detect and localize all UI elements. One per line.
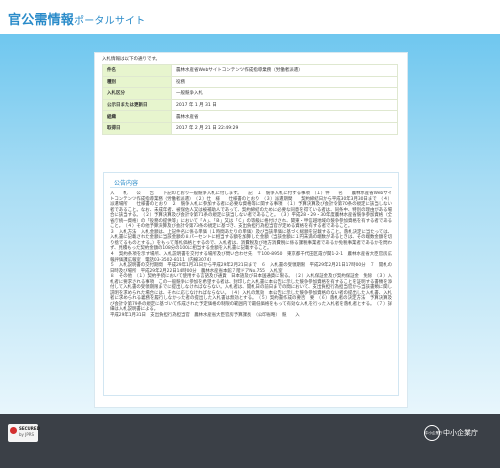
- notice-paragraph: ５ 入札説明書の交付期間 平成29年1月31日から平成29年2月21日まで ６ …: [110, 263, 392, 274]
- info-row: 入札区分 一般競争入札: [102, 87, 398, 100]
- ssl-seal-icon: [10, 427, 17, 434]
- bid-info-table: 件名 農林水産省Webサイトコンテンツ作成指導業務（労働者派遣） 種別 役務 入札区分一…: [102, 64, 398, 135]
- info-row: 公示日または更新日 2017 年 1 月 31 日: [102, 98, 398, 112]
- notice-paragraph: ４ 契約条項を示す場所、入札説明書を交付する場所及び問い合わせ先 〒100-89…: [110, 252, 392, 263]
- agency-name: 中小企業庁: [443, 428, 478, 437]
- info-label: 取得日: [102, 121, 172, 135]
- site-subtitle: ポータルサイト: [74, 16, 146, 27]
- info-value: 2017 年 2 月 21 日 22:49:29: [171, 121, 398, 135]
- info-row: 種別 役務: [102, 75, 398, 89]
- notice-divider: [110, 187, 392, 188]
- info-value: 農林水産省Webサイトコンテンツ作成指導業務（労働者派遣）: [171, 64, 398, 77]
- info-label: 種別: [102, 75, 172, 89]
- notice-paragraph: ８ その他 （１）契約手続において使用する言語及び通貨 日本語及び日本国通貨に限…: [110, 274, 392, 313]
- info-value: 農林水産省: [171, 110, 398, 123]
- info-label: 件名: [102, 64, 172, 77]
- site-header: 官公需情報ポータルサイト: [0, 0, 500, 34]
- ssl-seal-label: SECURED: [19, 426, 40, 431]
- info-label: 組織: [102, 110, 172, 123]
- info-value: 一般競争入札: [171, 87, 398, 100]
- info-label: 公示日または更新日: [102, 98, 172, 112]
- notice-title: 公告内容: [114, 180, 139, 187]
- intro-text: 入札情報は以下の通りです。: [102, 57, 161, 62]
- agency-mark-icon: 中小企業庁: [424, 424, 443, 441]
- notice-paragraph: ３ 入札方法 入札金額は、上記件名に係る単価（１時間あたりの単価）及び当該単価に…: [110, 229, 392, 252]
- info-row: 件名 農林水産省Webサイトコンテンツ作成指導業務（労働者派遣）: [102, 64, 398, 77]
- info-value: 2017 年 1 月 31 日: [171, 98, 398, 112]
- info-row: 取得日 2017 年 2 月 21 日 22:49:29: [102, 121, 398, 135]
- site-title: 官公需情報: [8, 13, 75, 28]
- site-logo[interactable]: 官公需情報ポータルサイト: [8, 9, 145, 28]
- info-value: 役務: [171, 75, 398, 89]
- ssl-seal[interactable]: SECURED by JPRS: [8, 424, 40, 442]
- notice-paragraph: 入 札 公 告 下記のとおり一般競争入札に付します。 記 １ 競争入札に付する事…: [110, 191, 392, 230]
- info-label: 入札区分: [102, 87, 172, 100]
- notice-body: 入 札 公 告 下記のとおり一般競争入札に付します。 記 １ 競争入札に付する事…: [110, 191, 392, 391]
- ssl-seal-provider: by JPRS: [19, 432, 35, 437]
- notice-paragraph: 平成29年1月31日 支出負担行為担当官 農林水産省大臣官房予算課長 （公印省略…: [110, 313, 300, 319]
- info-row: 組織 農林水産省: [102, 110, 398, 123]
- agency-logo[interactable]: 中小企業庁中小企業庁: [424, 422, 478, 441]
